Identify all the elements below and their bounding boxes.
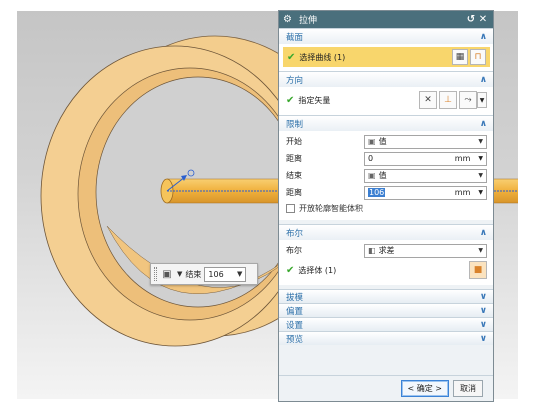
section-header-direction[interactable]: 方向 ∧ xyxy=(279,71,493,87)
end-type-dropdown[interactable]: ▣ 值 ▼ xyxy=(364,168,487,183)
chevron-down-icon[interactable]: ▼ xyxy=(478,155,483,162)
chevron-down-icon[interactable]: ∨ xyxy=(480,306,487,316)
chevron-down-icon[interactable]: ▼ xyxy=(477,92,487,108)
chevron-down-icon: ▼ xyxy=(478,138,483,145)
dialog-title: 拉伸 xyxy=(299,16,318,26)
section-header-limits[interactable]: 限制 ∧ xyxy=(279,115,493,131)
boolean-title: 布尔 xyxy=(286,228,304,239)
toolbar-grip[interactable] xyxy=(154,267,157,281)
chevron-down-icon: ▼ xyxy=(478,247,483,254)
direction-title: 方向 xyxy=(286,75,304,86)
chevron-down-icon: ▼ xyxy=(478,172,483,179)
cube-icon: ▣ xyxy=(368,137,376,146)
section-header-settings[interactable]: 设置 ∨ xyxy=(279,317,493,331)
start-type-dropdown[interactable]: ▣ 值 ▼ xyxy=(364,134,487,149)
boolean-dropdown[interactable]: ◧ 求差 ▼ xyxy=(364,243,487,258)
select-curve-row[interactable]: ✔ 选择曲线 (1) ▦ ⊓ xyxy=(283,47,490,67)
chevron-down-icon[interactable]: ∨ xyxy=(480,334,487,344)
section-body-direction: ✔ 指定矢量 ✕ ⊥ ⤳ ▼ xyxy=(279,87,493,115)
end-distance-label: 距离 xyxy=(286,188,302,197)
end-value-field[interactable]: 106 ▼ xyxy=(204,266,247,282)
chevron-down-icon[interactable]: ▼ xyxy=(177,270,182,278)
section-header-offset[interactable]: 偏置 ∨ xyxy=(279,303,493,317)
section-body-limits: 开始 ▣ 值 ▼ 距离 0 mm ▼ 结束 ▣ 值 ▼ 距离 106 mm ▼ … xyxy=(279,131,493,220)
section-header-draft[interactable]: 拔模 ∨ xyxy=(279,289,493,303)
select-body-label: 选择体 (1) xyxy=(298,265,337,275)
section-body-section: ✔ 选择曲线 (1) ▦ ⊓ xyxy=(279,44,493,71)
reverse-direction-icon[interactable]: ✕ xyxy=(419,91,437,109)
end-distance-input[interactable]: 106 mm ▼ xyxy=(364,185,487,200)
section-header-section[interactable]: 截面 ∧ xyxy=(279,28,493,44)
curve-icon[interactable]: ⊓ xyxy=(470,49,486,65)
ok-button[interactable]: < 确定 > xyxy=(400,380,449,397)
dialog-footer: < 确定 > 取消 xyxy=(279,375,493,401)
section-header-boolean[interactable]: 布尔 ∧ xyxy=(279,224,493,240)
open-profile-checkbox-row[interactable]: 开放轮廓智能体积 xyxy=(286,201,487,216)
limits-title: 限制 xyxy=(286,119,304,130)
start-distance-input[interactable]: 0 mm ▼ xyxy=(364,151,487,166)
check-icon: ✔ xyxy=(286,264,295,276)
check-icon: ✔ xyxy=(286,94,295,106)
start-label: 开始 xyxy=(286,137,302,146)
subtract-icon: ◧ xyxy=(368,246,376,255)
chevron-up-icon[interactable]: ∧ xyxy=(480,119,487,129)
end-label: 结束 xyxy=(286,171,302,180)
undo-icon[interactable]: ↺ xyxy=(465,14,477,25)
chevron-down-icon[interactable]: ▼ xyxy=(478,189,483,196)
section-header-preview[interactable]: 预览 ∨ xyxy=(279,331,493,345)
close-icon[interactable]: ✕ xyxy=(477,14,489,25)
open-profile-checkbox[interactable] xyxy=(286,204,295,213)
check-icon: ✔ xyxy=(287,51,296,63)
vector-constructor-icon[interactable]: ⤳ xyxy=(459,91,477,109)
collapsed-sections: 拔模 ∨ 偏置 ∨ 设置 ∨ 预览 ∨ xyxy=(279,289,493,345)
vector-icon[interactable]: ⊥ xyxy=(439,91,457,109)
cancel-button[interactable]: 取消 xyxy=(453,380,483,397)
chevron-down-icon[interactable]: ∨ xyxy=(480,292,487,302)
open-profile-label: 开放轮廓智能体积 xyxy=(299,204,363,213)
chevron-down-icon: ▼ xyxy=(237,270,243,278)
cube-icon[interactable]: ■ xyxy=(469,261,487,279)
end-label: 结束 xyxy=(185,269,202,279)
floating-limit-toolbar: ▣ ▼ 结束 106 ▼ xyxy=(150,263,258,285)
chevron-up-icon[interactable]: ∧ xyxy=(480,228,487,238)
dialog-titlebar[interactable]: ⚙ 拉伸 ↺ ✕ xyxy=(279,11,493,28)
chevron-down-icon[interactable]: ∨ xyxy=(480,320,487,330)
cube-icon: ▣ xyxy=(368,171,376,180)
sketch-section-icon[interactable]: ▦ xyxy=(452,49,468,65)
specify-vector-label: 指定矢量 xyxy=(298,95,331,105)
chevron-up-icon[interactable]: ∧ xyxy=(480,75,487,85)
section-body-boolean: 布尔 ◧ 求差 ▼ ✔ 选择体 (1) ■ xyxy=(279,240,493,285)
section-title: 截面 xyxy=(286,32,304,43)
start-distance-label: 距离 xyxy=(286,154,302,163)
boolean-label: 布尔 xyxy=(286,246,302,255)
end-value: 106 xyxy=(208,269,224,279)
cube-icon[interactable]: ▣ xyxy=(160,267,174,281)
extrude-dialog: ⚙ 拉伸 ↺ ✕ 截面 ∧ ✔ 选择曲线 (1) ▦ ⊓ 方向 ∧ ✔ 指定矢量… xyxy=(278,10,494,402)
select-curve-label: 选择曲线 (1) xyxy=(299,52,346,62)
chevron-up-icon[interactable]: ∧ xyxy=(480,32,487,42)
gear-icon[interactable]: ⚙ xyxy=(283,14,295,25)
